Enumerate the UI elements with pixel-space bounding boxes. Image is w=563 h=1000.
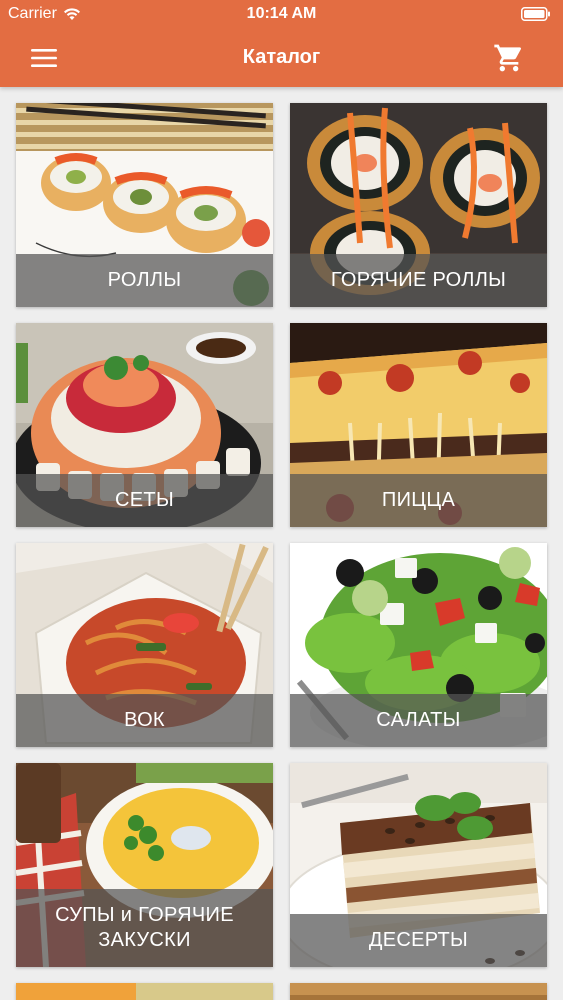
partial-photo-right — [290, 983, 547, 1000]
partial-photo-left — [16, 983, 273, 1000]
catalog-tile-sets[interactable]: СЕТЫ — [16, 323, 273, 527]
catalog-tile-rolls[interactable]: РОЛЛЫ — [16, 103, 273, 307]
tile-label-bar: ПИЦЦА — [290, 474, 547, 527]
catalog-tile-wok[interactable]: ВОК — [16, 543, 273, 747]
catalog-tile-desserts[interactable]: ДЕСЕРТЫ — [290, 763, 547, 967]
catalog-tile-partial-right[interactable] — [290, 983, 547, 1000]
tile-label-bar: ВОК — [16, 694, 273, 747]
tile-label-bar: РОЛЛЫ — [16, 254, 273, 307]
tile-label-bar: СЕТЫ — [16, 474, 273, 527]
catalog-tile-hot-rolls[interactable]: ГОРЯЧИЕ РОЛЛЫ — [290, 103, 547, 307]
catalog-tile-partial-left[interactable] — [16, 983, 273, 1000]
tile-label: РОЛЛЫ — [107, 269, 182, 291]
shopping-cart-icon[interactable] — [493, 42, 525, 74]
catalog-tile-soups[interactable]: СУПЫ и ГОРЯЧИЕ ЗАКУСКИ — [16, 763, 273, 967]
tile-label: ВОК — [124, 709, 165, 731]
navigation-bar: Каталог — [0, 30, 563, 87]
tile-label: ПИЦЦА — [381, 489, 456, 511]
page-title: Каталог — [242, 46, 321, 68]
tile-label-bar: СУПЫ и ГОРЯЧИЕ ЗАКУСКИ — [16, 889, 273, 967]
tile-label-bar: ГОРЯЧИЕ РОЛЛЫ — [290, 254, 547, 307]
tile-label: ГОРЯЧИЕ РОЛЛЫ — [330, 269, 507, 291]
tile-label: ДЕСЕРТЫ — [368, 929, 469, 951]
tile-label: СЕТЫ — [115, 489, 174, 511]
status-time: 10:14 AM — [246, 5, 317, 22]
status-bar: Carrier 10:14 AM — [0, 0, 563, 30]
tile-label-bar: САЛАТЫ — [290, 694, 547, 747]
catalog-tile-pizza[interactable]: ПИЦЦА — [290, 323, 547, 527]
tile-label-bar: ДЕСЕРТЫ — [290, 914, 547, 967]
app-header: Carrier 10:14 AM Каталог — [0, 0, 563, 87]
tile-label: САЛАТЫ — [376, 709, 461, 731]
battery-icon — [521, 7, 550, 21]
catalog-tile-salads[interactable]: САЛАТЫ — [290, 543, 547, 747]
tile-label: СУПЫ и ГОРЯЧИЕ ЗАКУСКИ — [55, 904, 234, 951]
